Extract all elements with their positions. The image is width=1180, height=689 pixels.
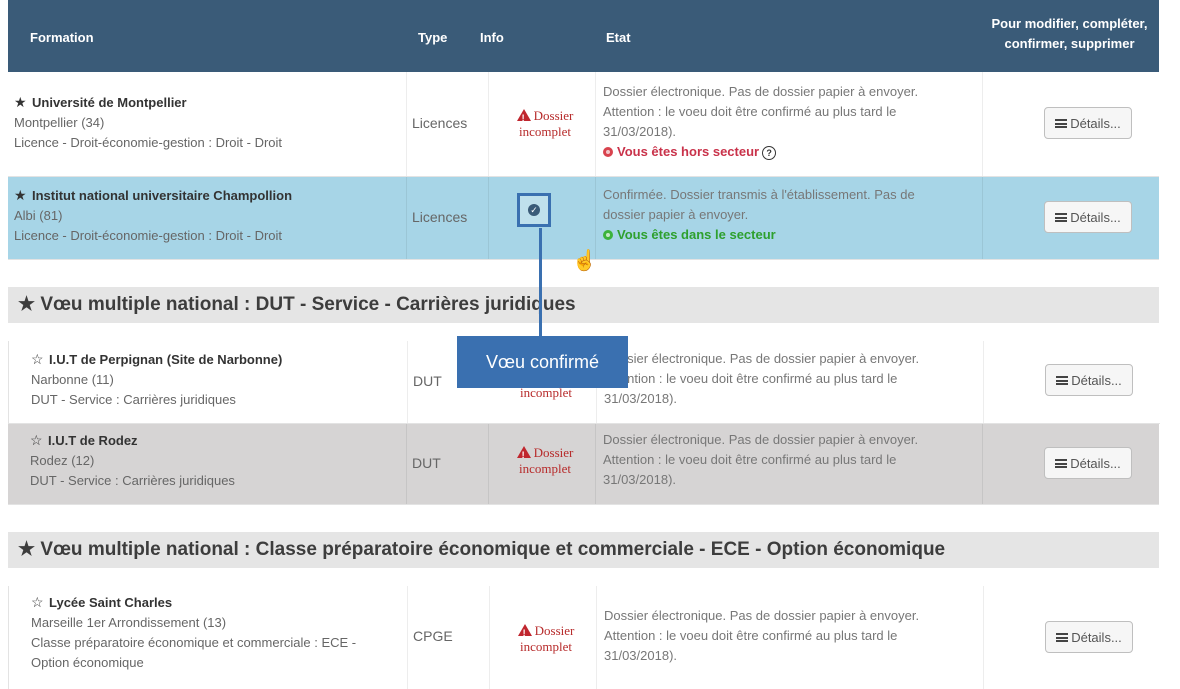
institution-name: I.U.T de Perpignan (Site de Narbonne) — [49, 352, 283, 367]
formation-cell: ★ Institut national universitaire Champol… — [14, 185, 404, 246]
etat-cell: Dossier électronique. Pas de dossier pap… — [604, 351, 920, 406]
sector-status: Vous êtes dans le secteur — [603, 225, 983, 245]
header-formation: Formation — [30, 30, 94, 45]
table-row: ☆ I.U.T de Rodez Rodez (12) DUT - Service… — [8, 424, 1159, 505]
diploma: Classe préparatoire économique et commer… — [31, 635, 357, 650]
diploma: Licence - Droit-économie-gestion : Droit… — [14, 135, 283, 150]
formation-cell: ★ Université de Montpellier Montpellier (… — [14, 92, 404, 153]
city: Narbonne (11) — [31, 372, 114, 387]
diploma: DUT - Service : Carrières juridiques — [31, 392, 236, 407]
diploma: DUT - Service : Carrières juridiques — [30, 473, 235, 488]
table-header: Formation Type Info Etat Pour modifier, … — [8, 0, 1159, 72]
help-icon[interactable]: ? — [762, 146, 777, 160]
sector-status: Vous êtes hors secteur? — [603, 142, 983, 162]
diploma: Licence - Droit-économie-gestion : Droit… — [14, 228, 283, 243]
details-button[interactable]: Détails... — [1044, 201, 1132, 233]
out-of-sector-icon — [603, 147, 613, 157]
group-header-dut: ★ Vœu multiple national : DUT - Service … — [8, 287, 1159, 323]
header-type: Type — [418, 30, 448, 45]
institution-name: I.U.T de Rodez — [48, 433, 138, 448]
etat-cell: Dossier électronique. Pas de dossier pap… — [604, 608, 920, 663]
list-icon — [1056, 632, 1069, 642]
header-etat: Etat — [606, 30, 631, 45]
city: Rodez (12) — [30, 453, 95, 468]
header-actions-line1: Pour modifier, compléter, — [991, 16, 1148, 31]
formation-cell: ☆ I.U.T de Perpignan (Site de Narbonne) N… — [31, 349, 421, 410]
favorite-star-icon[interactable]: ★ — [14, 92, 32, 112]
table-row: ☆ Lycée Saint Charles Marseille 1er Arron… — [8, 586, 1160, 689]
confirmed-check-highlight: ✓ — [517, 193, 551, 227]
header-actions: Pour modifier, compléter, confirmer, sup… — [982, 14, 1157, 54]
formation-cell: ☆ I.U.T de Rodez Rodez (12) DUT - Service… — [30, 430, 420, 491]
etat-cell: Dossier électronique. Pas de dossier pap… — [603, 82, 983, 162]
type-cell: Licences — [412, 209, 468, 225]
hand-cursor-icon: ☝ — [572, 250, 597, 272]
etat-cell: Dossier électronique. Pas de dossier pap… — [603, 432, 919, 487]
list-icon — [1056, 375, 1069, 385]
etat-cell: Confirmée. Dossier transmis à l'établiss… — [603, 185, 983, 245]
details-button[interactable]: Détails... — [1045, 621, 1133, 653]
info-incomplete: Dossier incomplet — [500, 108, 590, 140]
group-star-icon: ★ — [18, 539, 36, 560]
type-cell: DUT — [412, 455, 441, 471]
city: Marseille 1er Arrondissement (13) — [31, 615, 227, 630]
type-cell: CPGE — [413, 628, 453, 644]
callout-label: Vœu confirmé — [457, 336, 628, 388]
check-circle-icon: ✓ — [528, 204, 540, 216]
favorite-star-outline-icon[interactable]: ☆ — [30, 430, 48, 450]
header-actions-line2: confirmer, supprimer — [1004, 36, 1135, 51]
city: Albi (81) — [14, 208, 63, 223]
diploma-continued: Option économique — [31, 655, 144, 670]
group-header-cpge: ★ Vœu multiple national : Classe prépara… — [8, 532, 1159, 568]
info-incomplete: Dossier incomplet — [501, 623, 591, 655]
institution-name: Lycée Saint Charles — [49, 595, 173, 610]
institution-name: Université de Montpellier — [32, 95, 187, 110]
details-button[interactable]: Détails... — [1045, 364, 1133, 396]
group-title: Vœu multiple national : DUT - Service - … — [40, 294, 576, 315]
group-title: Vœu multiple national : Classe préparato… — [40, 539, 946, 560]
type-cell: DUT — [413, 373, 442, 389]
details-button[interactable]: Détails... — [1044, 447, 1132, 479]
table-row: ★ Université de Montpellier Montpellier (… — [8, 72, 1159, 177]
warning-icon — [517, 624, 532, 641]
details-button[interactable]: Détails... — [1044, 107, 1132, 139]
in-sector-icon — [603, 230, 613, 240]
type-cell: Licences — [412, 115, 468, 131]
warning-icon — [516, 446, 531, 463]
list-icon — [1055, 118, 1068, 128]
header-info: Info — [480, 30, 504, 45]
list-icon — [1055, 458, 1068, 468]
list-icon — [1055, 212, 1068, 222]
callout-connector — [539, 228, 542, 336]
info-incomplete: Dossier incomplet — [500, 445, 590, 477]
favorite-star-outline-icon[interactable]: ☆ — [31, 592, 49, 612]
warning-icon — [516, 109, 531, 126]
favorite-star-icon[interactable]: ★ — [14, 185, 32, 205]
group-star-icon: ★ — [18, 294, 36, 315]
city: Montpellier (34) — [14, 115, 105, 130]
institution-name: Institut national universitaire Champoll… — [32, 188, 293, 203]
favorite-star-outline-icon[interactable]: ☆ — [31, 349, 49, 369]
formation-cell: ☆ Lycée Saint Charles Marseille 1er Arron… — [31, 592, 407, 673]
